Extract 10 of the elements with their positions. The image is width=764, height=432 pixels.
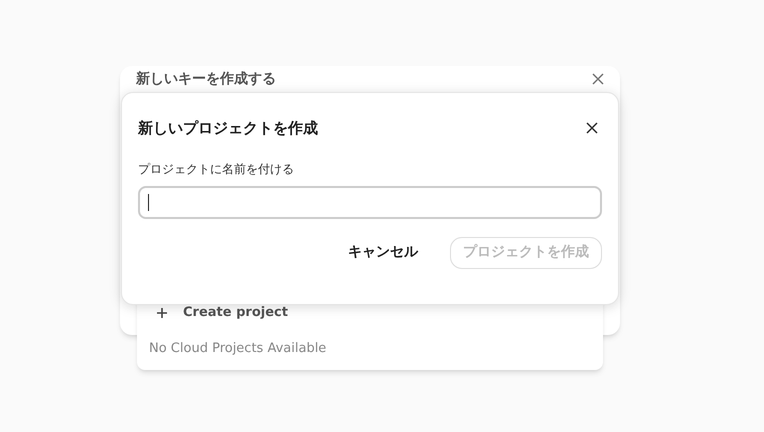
cancel-button[interactable]: キャンセル <box>340 238 426 267</box>
dialog-title: 新しいプロジェクトを作成 <box>138 118 318 139</box>
menu-item[interactable]: Create project <box>183 303 288 322</box>
plus-icon <box>157 308 167 318</box>
close-icon[interactable] <box>586 122 598 134</box>
dialog-title: 新しいキーを作成する <box>136 70 276 88</box>
field-label: プロジェクトに名前を付ける <box>138 160 295 178</box>
input-field[interactable] <box>138 186 602 218</box>
empty-message: No Cloud Projects Available <box>149 340 328 358</box>
text-cursor <box>148 194 149 210</box>
